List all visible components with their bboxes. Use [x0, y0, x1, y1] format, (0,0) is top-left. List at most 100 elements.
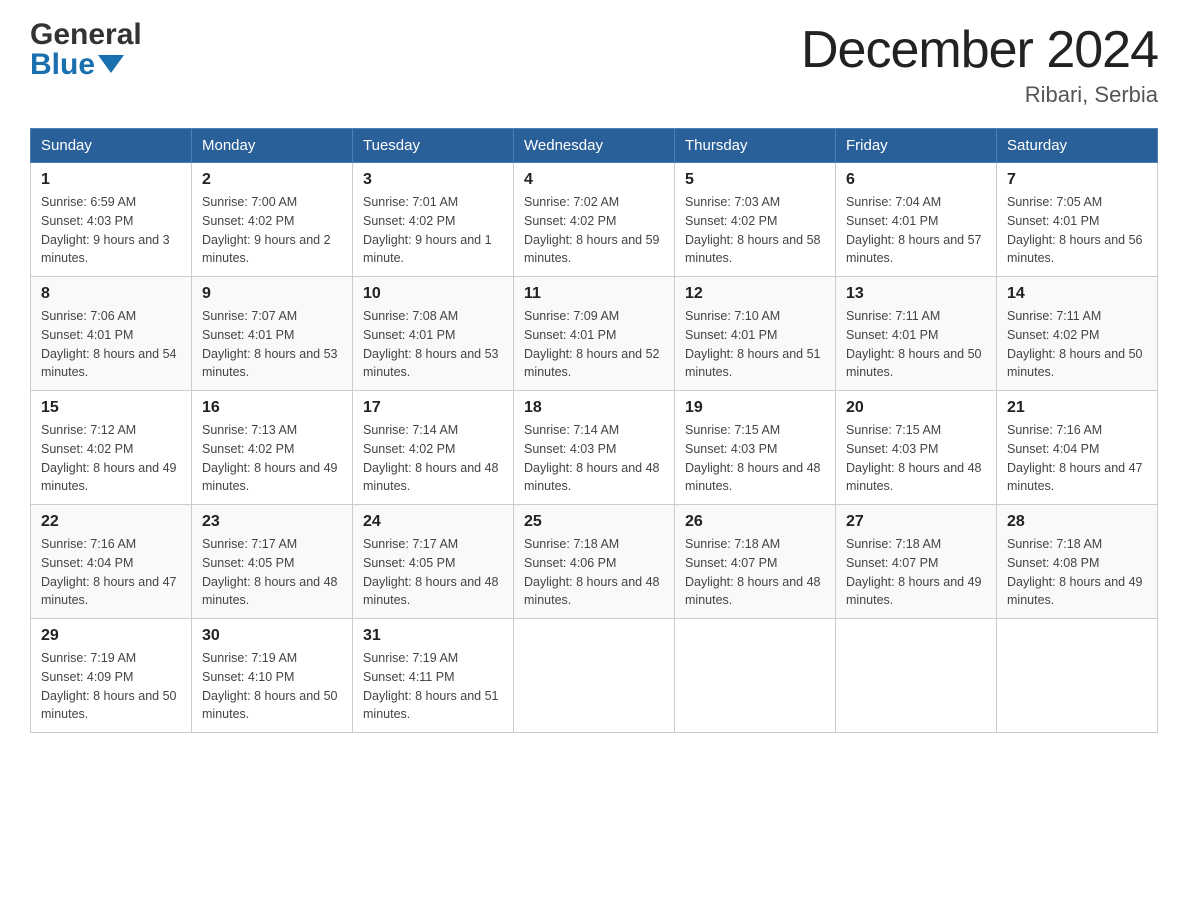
table-row: 28Sunrise: 7:18 AMSunset: 4:08 PMDayligh… [997, 505, 1158, 619]
day-info: Sunrise: 7:14 AMSunset: 4:02 PMDaylight:… [363, 421, 503, 496]
sunset-info: Sunset: 4:01 PM [41, 326, 181, 345]
daylight-info: Daylight: 8 hours and 56 minutes. [1007, 231, 1147, 269]
daylight-info: Daylight: 8 hours and 48 minutes. [685, 573, 825, 611]
col-thursday: Thursday [675, 129, 836, 163]
day-number: 23 [202, 513, 342, 531]
table-row: 14Sunrise: 7:11 AMSunset: 4:02 PMDayligh… [997, 277, 1158, 391]
calendar-week-row: 29Sunrise: 7:19 AMSunset: 4:09 PMDayligh… [31, 619, 1158, 733]
day-info: Sunrise: 7:00 AMSunset: 4:02 PMDaylight:… [202, 193, 342, 268]
day-info: Sunrise: 7:09 AMSunset: 4:01 PMDaylight:… [524, 307, 664, 382]
table-row: 2Sunrise: 7:00 AMSunset: 4:02 PMDaylight… [192, 163, 353, 277]
sunrise-info: Sunrise: 7:14 AM [363, 421, 503, 440]
day-info: Sunrise: 7:06 AMSunset: 4:01 PMDaylight:… [41, 307, 181, 382]
day-info: Sunrise: 7:05 AMSunset: 4:01 PMDaylight:… [1007, 193, 1147, 268]
sunset-info: Sunset: 4:02 PM [1007, 326, 1147, 345]
sunset-info: Sunset: 4:03 PM [524, 440, 664, 459]
sunset-info: Sunset: 4:05 PM [363, 554, 503, 573]
day-info: Sunrise: 7:16 AMSunset: 4:04 PMDaylight:… [1007, 421, 1147, 496]
daylight-info: Daylight: 8 hours and 50 minutes. [1007, 345, 1147, 383]
sunrise-info: Sunrise: 7:18 AM [524, 535, 664, 554]
table-row: 7Sunrise: 7:05 AMSunset: 4:01 PMDaylight… [997, 163, 1158, 277]
sunset-info: Sunset: 4:04 PM [41, 554, 181, 573]
sunrise-info: Sunrise: 7:03 AM [685, 193, 825, 212]
daylight-info: Daylight: 8 hours and 51 minutes. [685, 345, 825, 383]
day-number: 26 [685, 513, 825, 531]
day-info: Sunrise: 7:19 AMSunset: 4:10 PMDaylight:… [202, 649, 342, 724]
sunrise-info: Sunrise: 7:02 AM [524, 193, 664, 212]
table-row: 5Sunrise: 7:03 AMSunset: 4:02 PMDaylight… [675, 163, 836, 277]
sunrise-info: Sunrise: 7:15 AM [846, 421, 986, 440]
day-info: Sunrise: 7:10 AMSunset: 4:01 PMDaylight:… [685, 307, 825, 382]
sunset-info: Sunset: 4:05 PM [202, 554, 342, 573]
day-number: 30 [202, 627, 342, 645]
sunset-info: Sunset: 4:01 PM [846, 212, 986, 231]
sunset-info: Sunset: 4:01 PM [685, 326, 825, 345]
day-info: Sunrise: 7:19 AMSunset: 4:09 PMDaylight:… [41, 649, 181, 724]
sunrise-info: Sunrise: 7:19 AM [363, 649, 503, 668]
day-number: 24 [363, 513, 503, 531]
table-row [514, 619, 675, 733]
logo-blue: Blue [30, 50, 142, 80]
table-row: 16Sunrise: 7:13 AMSunset: 4:02 PMDayligh… [192, 391, 353, 505]
month-title: December 2024 [801, 20, 1158, 80]
day-number: 1 [41, 171, 181, 189]
daylight-info: Daylight: 8 hours and 48 minutes. [524, 573, 664, 611]
daylight-info: Daylight: 8 hours and 48 minutes. [846, 459, 986, 497]
day-number: 13 [846, 285, 986, 303]
sunrise-info: Sunrise: 7:18 AM [1007, 535, 1147, 554]
day-info: Sunrise: 7:04 AMSunset: 4:01 PMDaylight:… [846, 193, 986, 268]
day-info: Sunrise: 7:11 AMSunset: 4:01 PMDaylight:… [846, 307, 986, 382]
day-info: Sunrise: 7:18 AMSunset: 4:07 PMDaylight:… [846, 535, 986, 610]
day-info: Sunrise: 7:02 AMSunset: 4:02 PMDaylight:… [524, 193, 664, 268]
day-info: Sunrise: 7:12 AMSunset: 4:02 PMDaylight:… [41, 421, 181, 496]
daylight-info: Daylight: 8 hours and 49 minutes. [41, 459, 181, 497]
day-info: Sunrise: 7:07 AMSunset: 4:01 PMDaylight:… [202, 307, 342, 382]
table-row: 23 Sunrise: 7:17 AMSunset: 4:05 PMDayligh… [192, 505, 353, 619]
daylight-info: Daylight: 8 hours and 48 minutes. [202, 573, 342, 611]
day-number: 16 [202, 399, 342, 417]
table-row: 24 Sunrise: 7:17 AMSunset: 4:05 PMDayligh… [353, 505, 514, 619]
day-number: 4 [524, 171, 664, 189]
sunset-info: Sunset: 4:06 PM [524, 554, 664, 573]
table-row: 1 Sunrise: 6:59 AMSunset: 4:03 PMDaylight… [31, 163, 192, 277]
day-info: Sunrise: 7:17 AMSunset: 4:05 PMDaylight:… [202, 535, 342, 610]
sunrise-info: Sunrise: 7:12 AM [41, 421, 181, 440]
sunset-info: Sunset: 4:11 PM [363, 668, 503, 687]
daylight-info: Daylight: 8 hours and 48 minutes. [363, 573, 503, 611]
daylight-info: Daylight: 8 hours and 57 minutes. [846, 231, 986, 269]
sunrise-info: Sunrise: 6:59 AM [41, 193, 181, 212]
sunset-info: Sunset: 4:01 PM [202, 326, 342, 345]
table-row: 30 Sunrise: 7:19 AMSunset: 4:10 PMDayligh… [192, 619, 353, 733]
table-row: 20Sunrise: 7:15 AMSunset: 4:03 PMDayligh… [836, 391, 997, 505]
table-row [675, 619, 836, 733]
table-row: 11Sunrise: 7:09 AMSunset: 4:01 PMDayligh… [514, 277, 675, 391]
sunset-info: Sunset: 4:02 PM [363, 440, 503, 459]
sunset-info: Sunset: 4:02 PM [202, 212, 342, 231]
sunrise-info: Sunrise: 7:09 AM [524, 307, 664, 326]
sunset-info: Sunset: 4:04 PM [1007, 440, 1147, 459]
day-number: 9 [202, 285, 342, 303]
sunrise-info: Sunrise: 7:07 AM [202, 307, 342, 326]
sunrise-info: Sunrise: 7:00 AM [202, 193, 342, 212]
day-number: 22 [41, 513, 181, 531]
daylight-info: Daylight: 8 hours and 50 minutes. [202, 687, 342, 725]
sunset-info: Sunset: 4:08 PM [1007, 554, 1147, 573]
table-row: 15Sunrise: 7:12 AMSunset: 4:02 PMDayligh… [31, 391, 192, 505]
sunset-info: Sunset: 4:02 PM [685, 212, 825, 231]
daylight-info: Daylight: 8 hours and 50 minutes. [41, 687, 181, 725]
day-info: Sunrise: 7:17 AMSunset: 4:05 PMDaylight:… [363, 535, 503, 610]
daylight-info: Daylight: 8 hours and 48 minutes. [524, 459, 664, 497]
calendar-week-row: 1Sunrise: 6:59 AMSunset: 4:03 PMDaylight… [31, 163, 1158, 277]
daylight-info: Daylight: 8 hours and 58 minutes. [685, 231, 825, 269]
daylight-info: Daylight: 9 hours and 3 minutes. [41, 231, 181, 269]
table-row: 19Sunrise: 7:15 AMSunset: 4:03 PMDayligh… [675, 391, 836, 505]
sunrise-info: Sunrise: 7:17 AM [202, 535, 342, 554]
sunset-info: Sunset: 4:01 PM [524, 326, 664, 345]
col-friday: Friday [836, 129, 997, 163]
sunset-info: Sunset: 4:10 PM [202, 668, 342, 687]
page-header: General Blue December 2024 Ribari, Serbi… [30, 20, 1158, 108]
sunrise-info: Sunrise: 7:16 AM [41, 535, 181, 554]
day-number: 21 [1007, 399, 1147, 417]
sunset-info: Sunset: 4:03 PM [41, 212, 181, 231]
table-row: 18Sunrise: 7:14 AMSunset: 4:03 PMDayligh… [514, 391, 675, 505]
